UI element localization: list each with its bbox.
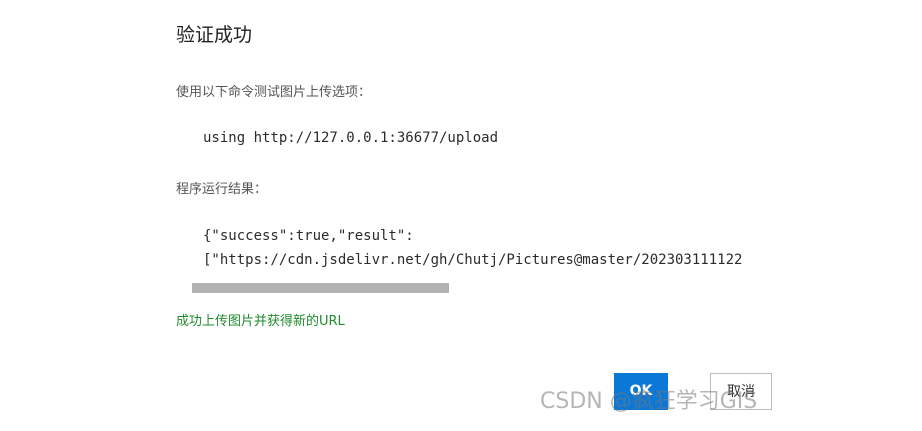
command-text: using http://127.0.0.1:36677/upload: [203, 130, 499, 146]
verification-dialog: 验证成功 使用以下命令测试图片上传选项： using http://127.0.…: [0, 0, 922, 431]
dialog-title: 验证成功: [176, 24, 253, 46]
cancel-button[interactable]: 取消: [710, 373, 772, 410]
result-text-line1: {"success":true,"result":: [203, 228, 414, 244]
result-text-line2: ["https://cdn.jsdelivr.net/gh/Chutj/Pict…: [203, 252, 743, 268]
ok-button[interactable]: OK: [614, 373, 668, 410]
success-message: 成功上传图片并获得新的URL: [176, 314, 345, 329]
command-label: 使用以下命令测试图片上传选项：: [176, 85, 372, 100]
result-label: 程序运行结果：: [176, 182, 268, 197]
horizontal-scrollbar[interactable]: [192, 282, 782, 294]
scrollbar-thumb[interactable]: [192, 283, 449, 293]
